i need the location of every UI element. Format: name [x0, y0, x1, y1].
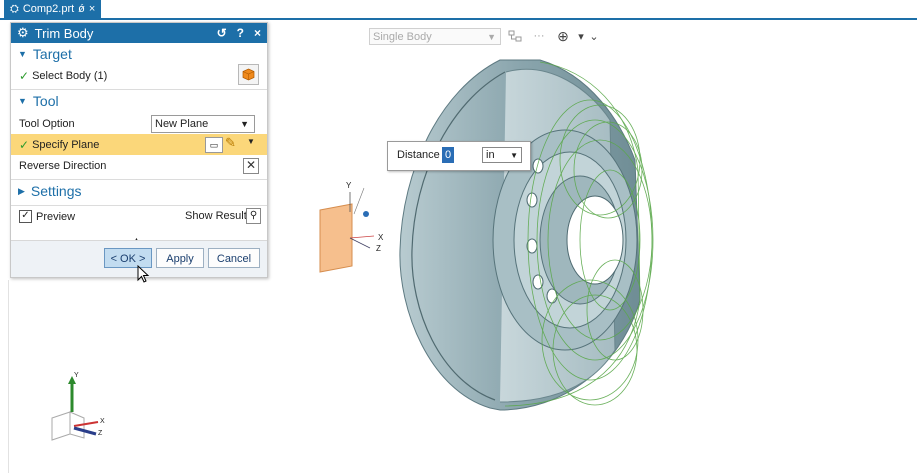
tool-header-label: Tool [32, 93, 59, 109]
distance-on-screen-input: Distance 0 in ▼ [387, 141, 531, 171]
cancel-button[interactable]: Cancel [208, 248, 260, 268]
toolbar-options-icon[interactable]: ⌄ [589, 28, 599, 45]
type-filter-value: Single Body [373, 30, 432, 43]
settings-group-header[interactable]: ▶ Settings [11, 180, 267, 202]
plane-triad-y-label: Y [346, 181, 352, 190]
plane-triad-x-label: X [378, 233, 384, 242]
reverse-direction-icon[interactable]: ✕ [243, 157, 259, 174]
snap-dropdown-icon[interactable]: ▾ [577, 28, 585, 45]
distance-unit-select[interactable]: in ▼ [482, 147, 522, 163]
check-icon: ✓ [19, 137, 30, 152]
document-tab[interactable]: ⛭ Comp2.prt ǿ × [4, 0, 102, 18]
apply-button[interactable]: Apply [156, 248, 204, 268]
chevron-down-icon: ▼ [487, 31, 496, 42]
view-triad[interactable] [44, 370, 114, 445]
settings-gear-icon: ⚙ [17, 25, 29, 40]
select-body-row[interactable]: ✓ Select Body (1) [11, 64, 267, 86]
target-header-label: Target [32, 46, 72, 62]
pin-icon[interactable]: ǿ [78, 0, 85, 18]
preview-label: Preview [36, 210, 76, 223]
settings-header-label: Settings [30, 183, 82, 199]
chevron-down-icon: ▼ [510, 151, 518, 160]
dialog-title-bar[interactable]: ⚙ Trim Body ↺ ? × [11, 23, 267, 43]
distance-unit-value: in [486, 149, 495, 161]
specify-plane-row[interactable]: ✓ Specify Plane ▭ ✎ ▼ [11, 134, 267, 155]
view-triad-y-label: Y [74, 372, 79, 379]
collapse-triangle-icon: ▼ [18, 49, 27, 59]
trim-body-dialog: ⚙ Trim Body ↺ ? × ▼ Target ✓ Select Body… [10, 22, 268, 278]
brake-rotor-model[interactable] [399, 59, 641, 411]
view-triad-x-label: X [100, 418, 105, 425]
chevron-down-icon: ▼ [240, 118, 249, 129]
show-result-icon[interactable]: ⚲ [246, 208, 261, 224]
graphics-window-border [8, 280, 9, 473]
tool-option-value: New Plane [155, 117, 209, 130]
cursor-icon [137, 265, 150, 283]
target-group-header[interactable]: ▼ Target [11, 43, 267, 65]
view-triad-z-label: Z [98, 430, 103, 437]
show-result-label: Show Result [185, 210, 247, 222]
specify-plane-label: Specify Plane [32, 138, 100, 151]
preview-checkbox[interactable]: ✓ [19, 210, 32, 223]
plane-triad-z-label: Z [376, 244, 381, 253]
tool-option-select[interactable]: New Plane ▼ [151, 114, 255, 133]
document-tab-title: Comp2.prt [22, 3, 75, 15]
part-icon: ⛭ [10, 3, 19, 15]
expand-triangle-icon: ▶ [18, 185, 25, 196]
collapse-triangle-icon: ▼ [18, 96, 27, 106]
type-filter-select[interactable]: Single Body ▼ [369, 27, 501, 45]
tool-option-label: Tool Option [19, 117, 75, 130]
selection-toolbar: Single Body ▼ ··· ⊕ ▾ ⌄ [369, 26, 599, 46]
dialog-title: Trim Body [34, 25, 94, 41]
more-icon[interactable]: ··· [529, 28, 549, 45]
select-body-label: Select Body (1) [32, 69, 108, 82]
distance-label: Distance [397, 149, 440, 161]
close-icon[interactable]: × [254, 26, 261, 40]
tab-close-icon[interactable]: × [89, 0, 95, 18]
reverse-direction-row: Reverse Direction ✕ [11, 155, 267, 176]
reset-icon[interactable]: ↺ [217, 26, 227, 40]
reverse-direction-label: Reverse Direction [19, 159, 107, 172]
tool-option-row: Tool Option New Plane ▼ [11, 113, 267, 134]
chevron-down-icon[interactable]: ▼ [247, 137, 255, 146]
assembly-filter-icon[interactable] [505, 28, 525, 45]
preview-row: ✓ Preview Show Result ⚲ [11, 206, 267, 227]
help-icon[interactable]: ? [237, 26, 244, 40]
brush-icon[interactable]: ✎ [225, 135, 236, 151]
plane-origin-handle[interactable] [363, 211, 369, 217]
check-icon: ✓ [19, 68, 30, 83]
plane-icon[interactable]: ▭ [205, 137, 223, 153]
distance-value-input[interactable]: 0 [442, 147, 454, 163]
document-tab-strip: ⛭ Comp2.prt ǿ × [0, 0, 917, 20]
tool-group-header[interactable]: ▼ Tool [11, 90, 267, 112]
specified-plane-preview[interactable] [312, 178, 392, 278]
crosshair-icon[interactable]: ⊕ [553, 28, 573, 45]
cube-icon[interactable] [238, 64, 259, 85]
